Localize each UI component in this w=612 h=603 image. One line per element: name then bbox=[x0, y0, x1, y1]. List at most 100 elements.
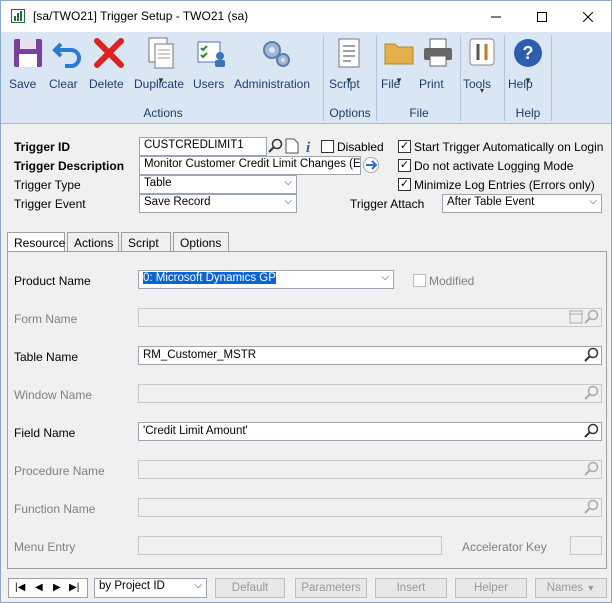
save-button[interactable]: Save bbox=[9, 36, 47, 96]
delete-button[interactable]: Delete bbox=[89, 36, 129, 96]
help-button[interactable]: ? Help ▼ bbox=[508, 36, 548, 96]
trigger-event-label: Trigger Event bbox=[14, 197, 86, 211]
no-logging-label: Do not activate Logging Mode bbox=[414, 159, 574, 173]
tools-button[interactable]: Tools ▾ bbox=[463, 36, 501, 96]
chevron-down-icon: ⌵ bbox=[589, 196, 597, 207]
previous-record-icon[interactable]: ◀ bbox=[35, 582, 43, 593]
default-button[interactable]: Default bbox=[215, 578, 285, 598]
chevron-down-icon: ⌵ bbox=[284, 177, 292, 188]
script-document-icon bbox=[338, 38, 360, 68]
trigger-attach-select[interactable]: After Table Event ⌵ bbox=[442, 194, 602, 213]
procedure-name-field bbox=[138, 460, 602, 479]
minimize-icon bbox=[491, 16, 501, 17]
minimize-log-label: Minimize Log Entries (Errors only) bbox=[414, 178, 595, 192]
printer-icon bbox=[424, 38, 452, 67]
sort-by-select[interactable]: by Project ID ⌵ bbox=[94, 578, 207, 598]
tab-resource[interactable]: Resource bbox=[7, 232, 65, 253]
tab-script[interactable]: Script bbox=[121, 232, 171, 252]
ribbon-separator bbox=[376, 35, 377, 121]
script-button[interactable]: Script ▼ bbox=[329, 36, 369, 96]
maximize-button[interactable] bbox=[519, 1, 565, 32]
ribbon: Save Clear Delete Duplicate ▼ Users Admi… bbox=[1, 32, 611, 124]
accelerator-key-label: Accelerator Key bbox=[462, 540, 547, 554]
lookup-icon[interactable] bbox=[584, 347, 600, 363]
form-name-label: Form Name bbox=[14, 312, 78, 326]
app-icon bbox=[11, 9, 25, 23]
svg-text:i: i bbox=[306, 140, 311, 154]
floppy-disk-icon bbox=[14, 39, 42, 67]
trigger-event-select[interactable]: Save Record ⌵ bbox=[139, 194, 297, 213]
new-document-icon[interactable] bbox=[285, 138, 299, 154]
tab-options[interactable]: Options bbox=[173, 232, 229, 252]
window-title: [sa/TWO21] Trigger Setup - TWO21 (sa) bbox=[33, 9, 249, 23]
parameters-button[interactable]: Parameters bbox=[295, 578, 367, 598]
group-label-options: Options bbox=[329, 106, 371, 120]
minimize-log-checkbox[interactable]: ✓ bbox=[398, 178, 411, 191]
window-name-label: Window Name bbox=[14, 388, 93, 402]
lookup-icon bbox=[584, 385, 599, 400]
names-button[interactable]: Names ▼ bbox=[535, 578, 607, 598]
duplicate-pages-icon bbox=[148, 37, 174, 69]
svg-text:?: ? bbox=[523, 43, 534, 63]
trigger-type-select[interactable]: Table ⌵ bbox=[139, 175, 297, 194]
duplicate-button[interactable]: Duplicate ▼ bbox=[134, 36, 188, 96]
folder-icon bbox=[384, 43, 414, 65]
chevron-down-icon: ▼ bbox=[586, 583, 596, 593]
disabled-label: Disabled bbox=[337, 140, 384, 154]
trigger-description-label: Trigger Description bbox=[14, 159, 125, 173]
product-name-select[interactable]: 0: Microsoft Dynamics GP ⌵ bbox=[138, 270, 394, 289]
undo-arrow-icon bbox=[52, 42, 81, 68]
close-button[interactable] bbox=[565, 1, 611, 32]
trigger-type-label: Trigger Type bbox=[14, 178, 81, 192]
helper-button[interactable]: Helper bbox=[455, 578, 527, 598]
insert-button[interactable]: Insert bbox=[375, 578, 447, 598]
ribbon-separator bbox=[460, 35, 461, 121]
chevron-down-icon: ⌵ bbox=[284, 196, 292, 207]
administration-button[interactable]: Administration bbox=[234, 36, 318, 96]
menu-entry-label: Menu Entry bbox=[14, 540, 76, 554]
record-navigator: |◀ ◀ ▶ ▶| bbox=[8, 578, 88, 598]
trigger-id-field[interactable]: CUSTCREDLIMIT1 bbox=[139, 137, 267, 156]
info-icon[interactable]: i bbox=[303, 138, 315, 154]
red-x-icon bbox=[94, 38, 124, 68]
clear-button[interactable]: Clear bbox=[49, 36, 87, 96]
trigger-setup-window: [sa/TWO21] Trigger Setup - TWO21 (sa) Sa… bbox=[0, 0, 612, 603]
trigger-description-field[interactable]: Monitor Customer Credit Limit Changes (E… bbox=[139, 156, 361, 175]
table-name-label: Table Name bbox=[14, 350, 79, 364]
modified-checkbox[interactable] bbox=[413, 274, 426, 287]
file-button[interactable]: File ▼ bbox=[381, 36, 417, 96]
lookup-icon[interactable] bbox=[268, 138, 284, 154]
first-record-icon[interactable]: |◀ bbox=[15, 582, 25, 593]
form-window-icon bbox=[569, 310, 583, 324]
users-button[interactable]: Users bbox=[193, 36, 229, 96]
tab-strip: Resource Actions Script Options bbox=[7, 232, 607, 253]
tab-actions[interactable]: Actions bbox=[67, 232, 119, 252]
lookup-icon[interactable] bbox=[584, 423, 600, 439]
last-record-icon[interactable]: ▶| bbox=[69, 582, 79, 593]
gears-icon bbox=[263, 41, 290, 67]
lookup-icon bbox=[584, 499, 599, 514]
bottom-bar: |◀ ◀ ▶ ▶| by Project ID ⌵ Default Parame… bbox=[1, 574, 611, 602]
no-logging-checkbox[interactable]: ✓ bbox=[398, 159, 411, 172]
chevron-down-icon: ⌵ bbox=[381, 272, 389, 283]
procedure-name-label: Procedure Name bbox=[14, 464, 105, 478]
window-name-field bbox=[138, 384, 602, 403]
ribbon-separator bbox=[551, 35, 552, 121]
lookup-icon bbox=[584, 309, 599, 324]
minimize-button[interactable] bbox=[473, 1, 519, 32]
table-name-field[interactable]: RM_Customer_MSTR bbox=[138, 346, 602, 365]
title-bar: [sa/TWO21] Trigger Setup - TWO21 (sa) bbox=[1, 1, 611, 32]
modified-label: Modified bbox=[429, 274, 475, 288]
field-name-label: Field Name bbox=[14, 426, 76, 440]
group-label-help: Help bbox=[515, 106, 541, 120]
function-name-label: Function Name bbox=[14, 502, 96, 516]
disabled-checkbox[interactable] bbox=[321, 140, 334, 153]
print-button[interactable]: Print bbox=[419, 36, 457, 96]
start-auto-checkbox[interactable]: ✓ bbox=[398, 140, 411, 153]
next-record-icon[interactable]: ▶ bbox=[53, 582, 61, 593]
field-name-field[interactable]: 'Credit Limit Amount' bbox=[138, 422, 602, 441]
users-checklist-icon bbox=[197, 41, 225, 67]
maximize-icon bbox=[537, 11, 547, 22]
resource-panel: Product Name 0: Microsoft Dynamics GP ⌵ … bbox=[7, 251, 607, 569]
expand-arrow-icon[interactable] bbox=[363, 157, 379, 173]
